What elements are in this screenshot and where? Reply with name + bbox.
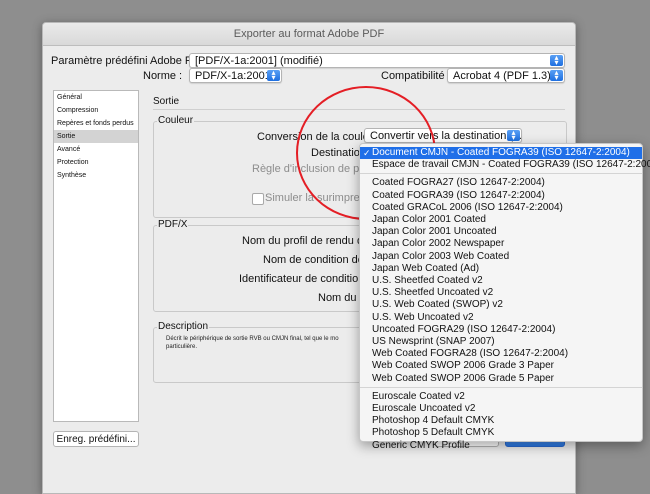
menu-item[interactable]: Web Coated SWOP 2006 Grade 5 Paper (360, 373, 642, 385)
pdfx-condition-name-label: Nom de condition de (263, 254, 364, 266)
save-preset-button[interactable]: Enreg. prédéfini... (53, 431, 139, 447)
menu-item-label: U.S. Web Uncoated v2 (372, 311, 474, 323)
stepper-icon: ▴ ▾ (507, 129, 520, 142)
menu-item-label: Generic CMYK Profile (372, 439, 470, 451)
norme-select[interactable]: PDF/X-1a:2001 ▴ ▾ (189, 68, 282, 83)
menu-item[interactable]: Espace de travail CMJN - Coated FOGRA39 … (360, 159, 650, 171)
menu-item[interactable]: Japan Color 2001 Uncoated (360, 226, 642, 238)
menu-item-label: Photoshop 4 Default CMYK (372, 415, 495, 427)
menu-item-label: US Newsprint (SNAP 2007) (372, 336, 495, 347)
menu-item-label: U.S. Web Coated (SWOP) v2 (372, 299, 503, 311)
stepper-icon: ▴ ▾ (267, 69, 280, 82)
menu-item-label: Web Coated SWOP 2006 Grade 5 Paper (372, 372, 554, 384)
menu-item-label: Japan Web Coated (Ad) (372, 262, 480, 274)
menu-separator (360, 173, 642, 175)
menu-item-label: Uncoated FOGRA29 (ISO 12647-2:2004) (372, 323, 556, 335)
preset-select[interactable]: [PDF/X-1a:2001] (modifié) ▴ ▾ (189, 53, 565, 68)
menu-item[interactable]: Photoshop 4 Default CMYK (360, 415, 642, 427)
norme-value: PDF/X-1a:2001 (195, 70, 271, 82)
menu-item[interactable]: Coated GRACoL 2006 (ISO 12647-2:2004) (360, 202, 642, 214)
menu-item-label: Web Coated FOGRA28 (ISO 12647-2:2004) (372, 348, 569, 360)
pdfx-registry-label: Nom du r (318, 292, 364, 304)
sidebar-item-compression[interactable]: Compression (54, 104, 138, 117)
norme-label: Norme : (143, 70, 183, 82)
sidebar-item-output[interactable]: Sortie (54, 130, 138, 143)
menu-item-label: Coated FOGRA27 (ISO 12647-2:2004) (372, 177, 545, 189)
menu-item-label: Photoshop 5 Default CMYK (372, 427, 495, 439)
menu-item[interactable]: U.S. Sheetfed Uncoated v2 (360, 287, 642, 299)
menu-separator (360, 386, 642, 388)
simulate-overprint-checkbox[interactable] (252, 193, 264, 205)
compat-label: Compatibilité : (381, 70, 451, 82)
menu-item[interactable]: U.S. Web Coated (SWOP) v2 (360, 299, 642, 311)
menu-item[interactable]: Japan Color 2001 Coated (360, 214, 642, 226)
menu-item-label: Japan Color 2001 Uncoated (372, 226, 497, 238)
menu-item-label: Euroscale Coated v2 (372, 390, 465, 402)
menu-item-label: U.S. Sheetfed Coated v2 (372, 275, 483, 286)
sidebar-item-marks-bleeds[interactable]: Repères et fonds perdus (54, 117, 138, 130)
menu-item[interactable]: ✓ Document CMJN - Coated FOGRA39 (ISO 126… (360, 147, 642, 159)
menu-item[interactable]: Web Coated FOGRA28 (ISO 12647-2:2004) (360, 348, 642, 360)
menu-item[interactable]: Euroscale Uncoated v2 (360, 403, 642, 415)
menu-item-label: Document CMJN - Coated FOGRA39 (ISO 1264… (372, 147, 630, 158)
menu-item[interactable]: Photoshop 5 Default CMYK (360, 427, 642, 439)
sidebar-item-security[interactable]: Protection (54, 156, 138, 169)
menu-item[interactable]: Coated FOGRA27 (ISO 12647-2:2004) (360, 177, 642, 189)
menu-item-label: Espace de travail CMJN - Coated FOGRA39 … (372, 159, 650, 171)
sidebar-item-advanced[interactable]: Avancé (54, 143, 138, 156)
color-group-title: Couleur (157, 115, 195, 126)
description-title: Description (157, 321, 210, 332)
pdfx-group-title: PDF/X (157, 219, 189, 230)
menu-item[interactable]: U.S. Web Uncoated v2 (360, 312, 642, 324)
sidebar-item-general[interactable]: Général (54, 91, 138, 104)
menu-item-label: Japan Color 2003 Web Coated (372, 250, 510, 262)
menu-item-label: Japan Color 2002 Newspaper (372, 238, 505, 250)
description-line-2: particulière. (166, 344, 198, 350)
menu-item[interactable]: Web Coated SWOP 2006 Grade 3 Paper (360, 360, 642, 372)
menu-item-label: Japan Color 2001 Coated (372, 214, 486, 225)
stepper-icon: ▴ ▾ (550, 69, 563, 82)
menu-item-label: Coated FOGRA39 (ISO 12647-2:2004) (372, 189, 545, 201)
sidebar-item-summary[interactable]: Synthèse (54, 169, 138, 182)
menu-item[interactable]: Japan Color 2002 Newspaper (360, 238, 642, 250)
description-line-1: Décrit le périphérique de sortie RVB ou … (166, 336, 339, 342)
dialog-title: Exporter au format Adobe PDF (43, 23, 575, 46)
preset-value: [PDF/X-1a:2001] (modifié) (195, 55, 323, 67)
menu-item-label: Euroscale Uncoated v2 (372, 403, 476, 414)
category-list: Général Compression Repères et fonds per… (53, 90, 139, 422)
menu-item[interactable]: Japan Color 2003 Web Coated (360, 251, 642, 263)
menu-item[interactable]: Euroscale Coated v2 (360, 391, 642, 403)
menu-item[interactable]: US Newsprint (SNAP 2007) (360, 336, 642, 348)
panel-title: Sortie (153, 96, 180, 107)
menu-item[interactable]: Japan Web Coated (Ad) (360, 263, 642, 275)
compat-value: Acrobat 4 (PDF 1.3) (453, 70, 551, 82)
menu-item-label: U.S. Sheetfed Uncoated v2 (372, 287, 494, 299)
stepper-icon: ▴ ▾ (550, 54, 563, 67)
menu-item[interactable]: Uncoated FOGRA29 (ISO 12647-2:2004) (360, 324, 642, 336)
menu-item[interactable]: U.S. Sheetfed Coated v2 (360, 275, 642, 287)
checkmark-icon: ✓ (363, 148, 371, 158)
menu-item-label: Web Coated SWOP 2006 Grade 3 Paper (372, 360, 554, 372)
menu-item[interactable]: Coated FOGRA39 (ISO 12647-2:2004) (360, 190, 642, 202)
compat-select[interactable]: Acrobat 4 (PDF 1.3) ▴ ▾ (447, 68, 565, 83)
menu-item-label: Coated GRACoL 2006 (ISO 12647-2:2004) (372, 201, 563, 213)
destination-dropdown-menu: ✓ Document CMJN - Coated FOGRA39 (ISO 126… (359, 143, 650, 451)
menu-item[interactable]: Generic CMYK Profile (360, 440, 642, 452)
